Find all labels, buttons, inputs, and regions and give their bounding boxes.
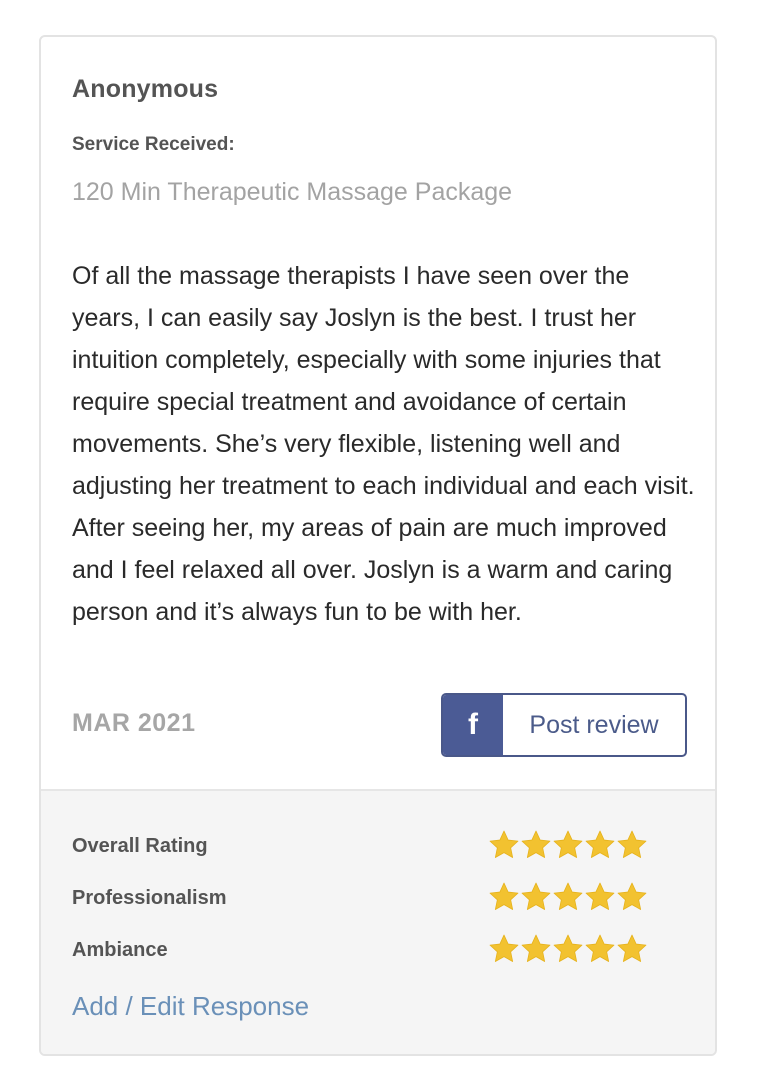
service-received-label: Service Received: xyxy=(72,134,235,155)
review-date: MAR 2021 xyxy=(72,709,196,737)
star-filled-icon xyxy=(521,934,551,962)
star-filled-icon xyxy=(585,882,615,910)
facebook-post-review-button[interactable]: f Post review xyxy=(441,693,687,757)
rating-row-ambiance: Ambiance xyxy=(72,933,652,969)
star-filled-icon xyxy=(521,830,551,858)
reviewer-name: Anonymous xyxy=(72,75,219,103)
star-rating xyxy=(488,829,648,861)
star-filled-icon xyxy=(489,830,519,858)
add-edit-response-link[interactable]: Add / Edit Response xyxy=(72,991,309,1022)
star-filled-icon xyxy=(617,830,647,858)
rating-row-professionalism: Professionalism xyxy=(72,881,652,917)
rating-label: Professionalism xyxy=(72,887,227,909)
star-filled-icon xyxy=(489,934,519,962)
star-filled-icon xyxy=(553,934,583,962)
rating-row-overall: Overall Rating xyxy=(72,829,652,865)
review-body: Anonymous Service Received: 120 Min Ther… xyxy=(41,37,715,789)
star-filled-icon xyxy=(489,882,519,910)
star-filled-icon xyxy=(521,882,551,910)
star-rating xyxy=(488,881,648,913)
star-filled-icon xyxy=(553,882,583,910)
star-filled-icon xyxy=(585,934,615,962)
service-received-value: 120 Min Therapeutic Massage Package xyxy=(72,178,513,206)
facebook-icon: f xyxy=(443,695,503,755)
star-filled-icon xyxy=(585,830,615,858)
star-filled-icon xyxy=(617,882,647,910)
star-filled-icon xyxy=(617,934,647,962)
rating-label: Ambiance xyxy=(72,939,168,961)
star-rating xyxy=(488,933,648,965)
rating-label: Overall Rating xyxy=(72,835,208,857)
post-review-label: Post review xyxy=(529,710,659,739)
ratings-panel: Overall Rating Professionalism Ambiance … xyxy=(41,789,715,1054)
review-text: Of all the massage therapists I have see… xyxy=(72,262,695,626)
star-filled-icon xyxy=(553,830,583,858)
review-card: Anonymous Service Received: 120 Min Ther… xyxy=(39,35,717,1056)
